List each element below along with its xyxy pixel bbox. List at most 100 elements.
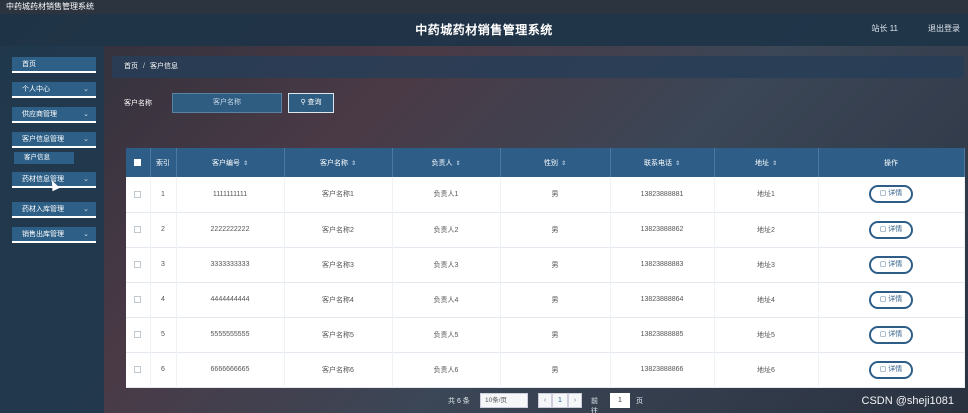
sidebar-item-personal-center[interactable]: 个人中心 ⌄ bbox=[12, 82, 96, 98]
column-header-person[interactable]: 负责人 ⇕ bbox=[392, 148, 501, 177]
cell-person: 负责人6 bbox=[392, 352, 501, 387]
detail-button-label: 详情 bbox=[888, 260, 903, 268]
column-header-label: 负责人 bbox=[431, 159, 453, 167]
sidebar-item-customer[interactable]: 客户信息管理 ⌄ bbox=[12, 132, 96, 148]
breadcrumb: 首页 / 客户信息 bbox=[112, 56, 964, 78]
detail-button[interactable]: ▢ 详情 bbox=[869, 220, 913, 239]
column-header-index: 索引 bbox=[150, 148, 177, 177]
data-table: 索引 客户编号 ⇕ 客户名称 ⇕ 负责人 ⇕ 性别 ⇕ 联系电话 ⇕ 地址 ⇕ 操作 1 1… bbox=[126, 148, 965, 388]
row-checkbox[interactable] bbox=[134, 330, 142, 338]
sidebar-subitem-customer-info[interactable]: 客户信息 bbox=[14, 152, 74, 164]
search-button[interactable]: ⚲ 查询 bbox=[288, 93, 334, 113]
row-checkbox[interactable] bbox=[134, 295, 142, 303]
detail-button-label: 详情 bbox=[888, 330, 903, 338]
page-size-select[interactable]: 10条/页 bbox=[480, 393, 528, 408]
detail-button-label: 详情 bbox=[888, 190, 903, 198]
row-checkbox[interactable] bbox=[134, 225, 142, 233]
detail-button-label: 详情 bbox=[888, 365, 903, 373]
cell-name: 客户名称6 bbox=[284, 352, 393, 387]
cell-person: 负责人1 bbox=[392, 177, 501, 212]
column-header-code[interactable]: 客户编号 ⇕ bbox=[176, 148, 285, 177]
pagination-total: 共 6 条 bbox=[448, 398, 470, 405]
cell-phone: 13823888885 bbox=[610, 317, 715, 352]
select-all-checkbox[interactable] bbox=[134, 158, 142, 166]
search-input[interactable]: 客户名称 bbox=[172, 93, 282, 113]
sidebar-item-sales-out[interactable]: 销售出库管理 ⌄ bbox=[12, 227, 96, 243]
table-row: 6 6666666665 客户名称6 负责人6 男 13823888866 地址… bbox=[126, 352, 965, 387]
cell-person: 负责人2 bbox=[392, 212, 501, 247]
row-checkbox[interactable] bbox=[134, 190, 142, 198]
cell-phone: 13823888862 bbox=[610, 212, 715, 247]
next-page-button[interactable]: › bbox=[568, 393, 582, 408]
sort-icon[interactable]: ⇕ bbox=[561, 161, 566, 167]
sidebar-item-label: 供应商管理 bbox=[22, 111, 57, 118]
document-icon: ▢ bbox=[879, 225, 887, 233]
cell-phone: 13823888883 bbox=[610, 247, 715, 282]
detail-button[interactable]: ▢ 详情 bbox=[869, 290, 913, 309]
select-all-cell bbox=[126, 148, 151, 177]
page-unit-label: 页 bbox=[636, 398, 643, 405]
cell-code: 1111111111 bbox=[176, 177, 285, 212]
cell-address: 地址1 bbox=[714, 177, 819, 212]
cell-action: ▢ 详情 bbox=[818, 247, 965, 282]
chevron-down-icon: ⌄ bbox=[83, 111, 89, 118]
prev-page-button[interactable]: ‹ bbox=[538, 393, 552, 408]
cell-code: 6666666665 bbox=[176, 352, 285, 387]
column-header-label: 客户名称 bbox=[319, 159, 348, 167]
cell-gender: 男 bbox=[500, 177, 611, 212]
column-header-gender[interactable]: 性别 ⇕ bbox=[500, 148, 611, 177]
page-number-button[interactable]: 1 bbox=[552, 393, 568, 408]
row-checkbox[interactable] bbox=[134, 365, 142, 373]
cell-code: 5555555555 bbox=[176, 317, 285, 352]
column-header-label: 性别 bbox=[543, 159, 558, 167]
column-header-action: 操作 bbox=[818, 148, 965, 177]
breadcrumb-home[interactable]: 首页 bbox=[124, 63, 138, 70]
sidebar-item-label: 销售出库管理 bbox=[22, 231, 64, 238]
document-icon: ▢ bbox=[879, 365, 887, 373]
cell-address: 地址6 bbox=[714, 352, 819, 387]
column-header-phone[interactable]: 联系电话 ⇕ bbox=[610, 148, 715, 177]
cell-gender: 男 bbox=[500, 352, 611, 387]
chevron-down-icon: ⌄ bbox=[83, 136, 89, 143]
chevron-down-icon: ⌄ bbox=[83, 86, 89, 93]
row-select-cell bbox=[126, 352, 151, 387]
cell-phone: 13823888864 bbox=[610, 282, 715, 317]
sidebar-item-label: 药材信息管理 bbox=[22, 176, 64, 183]
sort-icon[interactable]: ⇕ bbox=[675, 161, 680, 167]
chevron-down-icon: ⌄ bbox=[83, 231, 89, 238]
detail-button[interactable]: ▢ 详情 bbox=[869, 325, 913, 344]
detail-button[interactable]: ▢ 详情 bbox=[869, 255, 913, 274]
cell-gender: 男 bbox=[500, 317, 611, 352]
column-header-label: 地址 bbox=[754, 159, 769, 167]
column-header-name[interactable]: 客户名称 ⇕ bbox=[284, 148, 393, 177]
sidebar-item-stock-in[interactable]: 药材入库管理 ⌄ bbox=[12, 202, 96, 218]
goto-page-input[interactable]: 1 bbox=[610, 393, 630, 408]
table-row: 3 3333333333 客户名称3 负责人3 男 13823888883 地址… bbox=[126, 247, 965, 282]
logout-link[interactable]: 退出登录 bbox=[928, 23, 960, 34]
cell-gender: 男 bbox=[500, 212, 611, 247]
row-checkbox[interactable] bbox=[134, 260, 142, 268]
cell-action: ▢ 详情 bbox=[818, 352, 965, 387]
row-select-cell bbox=[126, 247, 151, 282]
cell-index: 1 bbox=[150, 177, 177, 212]
cell-phone: 13823888881 bbox=[610, 177, 715, 212]
cell-person: 负责人4 bbox=[392, 282, 501, 317]
chevron-down-icon: ⌄ bbox=[83, 176, 89, 183]
cell-action: ▢ 详情 bbox=[818, 317, 965, 352]
cell-index: 6 bbox=[150, 352, 177, 387]
detail-button[interactable]: ▢ 详情 bbox=[869, 185, 913, 204]
sidebar-item-label: 个人中心 bbox=[22, 86, 50, 93]
cell-name: 客户名称5 bbox=[284, 317, 393, 352]
sort-icon[interactable]: ⇕ bbox=[772, 161, 777, 167]
detail-button[interactable]: ▢ 详情 bbox=[869, 360, 913, 379]
sort-icon[interactable]: ⇕ bbox=[455, 161, 460, 167]
sort-icon[interactable]: ⇕ bbox=[351, 161, 356, 167]
column-header-address[interactable]: 地址 ⇕ bbox=[714, 148, 819, 177]
cell-name: 客户名称1 bbox=[284, 177, 393, 212]
search-button-label: 查询 bbox=[307, 99, 322, 106]
sidebar-item-supplier[interactable]: 供应商管理 ⌄ bbox=[12, 107, 96, 123]
sidebar-item-home[interactable]: 首页 bbox=[12, 57, 96, 73]
sort-icon[interactable]: ⇕ bbox=[243, 161, 248, 167]
table-row: 4 4444444444 客户名称4 负责人4 男 13823888864 地址… bbox=[126, 282, 965, 317]
row-select-cell bbox=[126, 317, 151, 352]
